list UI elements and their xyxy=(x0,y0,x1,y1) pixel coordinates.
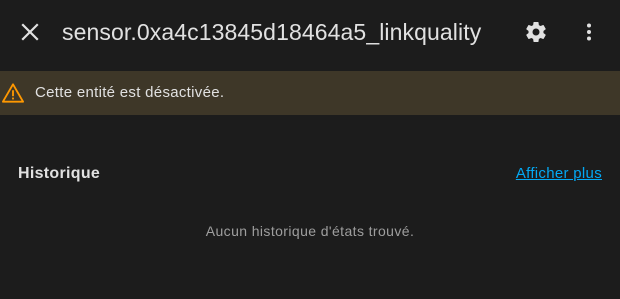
dialog-title: sensor.0xa4c13845d18464a5_linkquality xyxy=(62,19,482,45)
history-title: Historique xyxy=(18,165,101,182)
close-icon xyxy=(20,22,40,42)
gear-icon xyxy=(524,20,548,44)
settings-button[interactable] xyxy=(516,12,556,52)
more-menu-button[interactable] xyxy=(569,12,609,52)
show-more-link[interactable]: Afficher plus xyxy=(516,164,602,184)
entity-dialog: sensor.0xa4c13845d18464a5_linkquality Ce… xyxy=(0,0,620,299)
history-empty-message: Aucun historique d'états trouvé. xyxy=(205,223,415,239)
warning-icon xyxy=(2,82,24,104)
disabled-entity-alert: Cette entité est désactivée. xyxy=(0,71,620,115)
dialog-header: sensor.0xa4c13845d18464a5_linkquality xyxy=(0,0,620,64)
close-button[interactable] xyxy=(10,12,50,52)
more-vertical-icon xyxy=(579,22,599,42)
alert-message: Cette entité est désactivée. xyxy=(35,84,225,101)
